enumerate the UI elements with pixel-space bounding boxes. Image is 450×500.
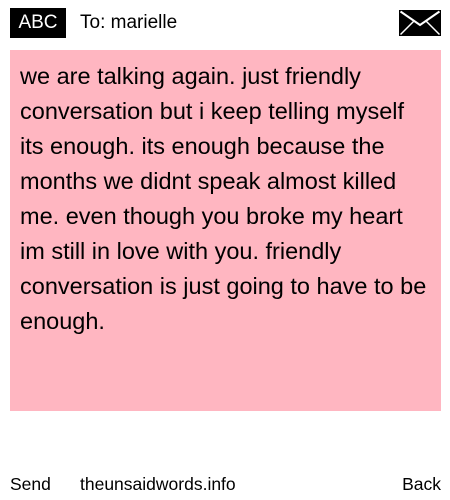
message-body-box: we are talking again. just friendly conv… [10,50,441,411]
back-button[interactable]: Back [402,470,441,498]
phone-screen: ABC To: marielle we are talking again. j… [0,0,450,500]
envelope-icon [399,10,441,36]
softkey-bar: Send theunsaidwords.info Back [0,470,450,498]
send-button[interactable]: Send [10,470,51,498]
site-label: theunsaidwords.info [80,474,236,494]
message-header: ABC To: marielle [0,0,450,44]
message-text: we are talking again. just friendly conv… [20,63,427,334]
recipient-label: To: marielle [80,12,178,33]
input-mode-badge: ABC [10,8,66,38]
